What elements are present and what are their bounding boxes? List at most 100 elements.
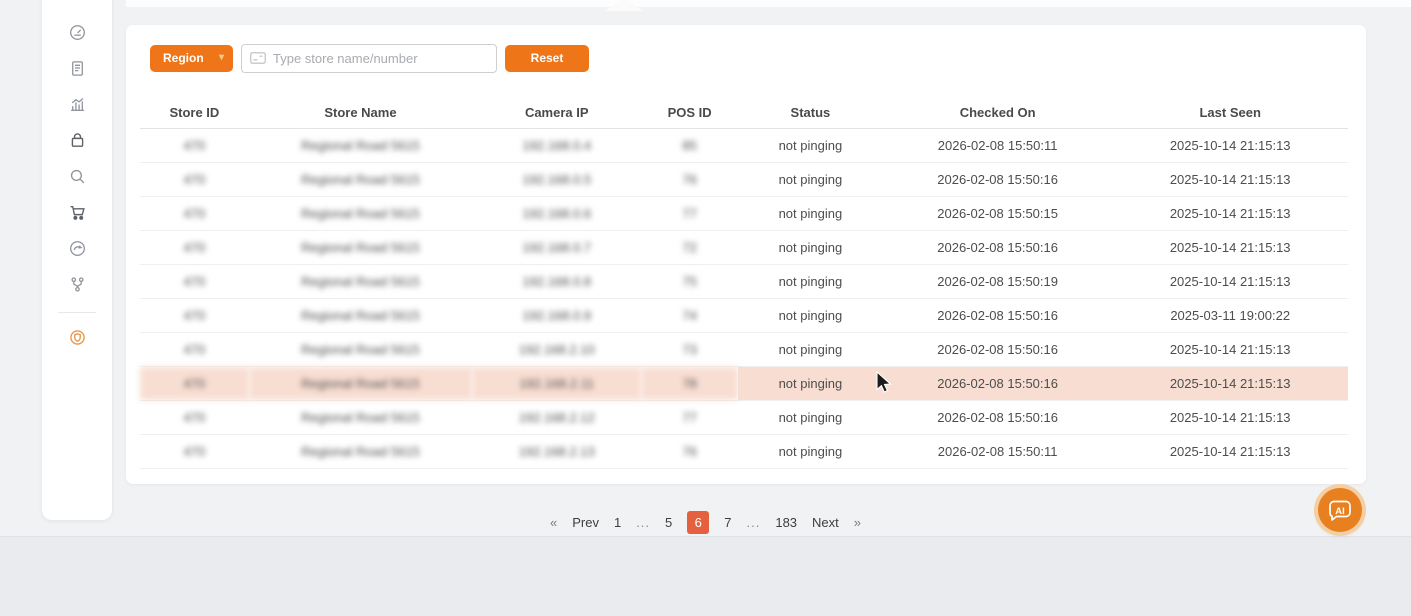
shop-icon[interactable] bbox=[59, 122, 95, 158]
last-seen-cell: 2025-10-14 21:15:13 bbox=[1112, 434, 1348, 468]
sidebar bbox=[42, 0, 112, 520]
camera-ip-cell: 192.168.2.10 bbox=[472, 332, 641, 366]
store-name-cell: Regional Road 5615 bbox=[249, 366, 472, 400]
checked-on-cell: 2026-02-08 15:50:19 bbox=[883, 264, 1113, 298]
camera-ip-cell: 192.168.0.7 bbox=[472, 230, 641, 264]
pos-id-cell: 77 bbox=[641, 196, 738, 230]
pos-id-cell: 76 bbox=[641, 162, 738, 196]
pos-id-cell: 74 bbox=[641, 298, 738, 332]
page-button-6-active[interactable]: 6 bbox=[687, 511, 709, 534]
pos-id-cell: 72 bbox=[641, 230, 738, 264]
cart-icon[interactable] bbox=[59, 194, 95, 230]
reset-button[interactable]: Reset bbox=[505, 45, 589, 72]
ellipsis-right: ... bbox=[747, 515, 761, 530]
camera-ip-cell: 192.168.0.6 bbox=[472, 196, 641, 230]
shield-icon[interactable] bbox=[59, 319, 95, 355]
pagination: « Prev 1 ... 5 6 7 ... 183 Next » bbox=[0, 508, 1411, 536]
camera-ip-cell: 192.168.2.13 bbox=[472, 434, 641, 468]
store-name-cell: Regional Road 5615 bbox=[249, 230, 472, 264]
store-name-cell: Regional Road 5615 bbox=[249, 264, 472, 298]
store-id-cell: 470 bbox=[140, 264, 249, 298]
workflow-icon[interactable] bbox=[59, 266, 95, 302]
document-icon[interactable] bbox=[59, 50, 95, 86]
table-header-row: Store ID Store Name Camera IP POS ID Sta… bbox=[140, 97, 1348, 128]
camera-ip-cell: 192.168.0.5 bbox=[472, 162, 641, 196]
last-seen-cell: 2025-10-14 21:15:13 bbox=[1112, 128, 1348, 162]
status-cell: not pinging bbox=[738, 162, 883, 196]
checked-on-cell: 2026-02-08 15:50:15 bbox=[883, 196, 1113, 230]
id-card-icon bbox=[250, 52, 266, 64]
table-row-highlighted[interactable]: 470 Regional Road 5615 192.168.2.11 78 n… bbox=[140, 366, 1348, 400]
fab-label: AI bbox=[1335, 506, 1345, 517]
table-row[interactable]: 470 Regional Road 5615 192.168.0.5 76 no… bbox=[140, 162, 1348, 196]
status-cell: not pinging bbox=[738, 400, 883, 434]
store-search-box[interactable] bbox=[241, 44, 497, 73]
region-dropdown-button[interactable]: Region ▾ bbox=[150, 45, 233, 72]
prev-arrow-icon[interactable]: « bbox=[550, 515, 557, 530]
speedometer-icon[interactable] bbox=[59, 230, 95, 266]
table-row[interactable]: 470 Regional Road 5615 192.168.0.9 74 no… bbox=[140, 298, 1348, 332]
last-seen-cell: 2025-10-14 21:15:13 bbox=[1112, 400, 1348, 434]
store-id-cell: 470 bbox=[140, 230, 249, 264]
popover-arrow bbox=[605, 0, 643, 11]
status-cell: not pinging bbox=[738, 264, 883, 298]
last-seen-cell: 2025-03-11 19:00:22 bbox=[1112, 298, 1348, 332]
table-row[interactable]: 470 Regional Road 5615 192.168.2.12 77 n… bbox=[140, 400, 1348, 434]
checked-on-cell: 2026-02-08 15:50:11 bbox=[883, 128, 1113, 162]
checked-on-cell: 2026-02-08 15:50:16 bbox=[883, 332, 1113, 366]
ai-chat-fab[interactable]: AI bbox=[1318, 488, 1362, 532]
status-cell: not pinging bbox=[738, 332, 883, 366]
checked-on-cell: 2026-02-08 15:50:16 bbox=[883, 366, 1113, 400]
page-button-183[interactable]: 183 bbox=[775, 515, 797, 530]
status-cell: not pinging bbox=[738, 196, 883, 230]
table-row[interactable]: 470 Regional Road 5615 192.168.2.13 76 n… bbox=[140, 434, 1348, 468]
checked-on-cell: 2026-02-08 15:50:16 bbox=[883, 400, 1113, 434]
column-header-checked-on: Checked On bbox=[883, 97, 1113, 128]
search-icon[interactable] bbox=[59, 158, 95, 194]
pos-id-cell: 77 bbox=[641, 400, 738, 434]
filter-bar: Region ▾ Reset bbox=[150, 43, 589, 73]
table-row[interactable]: 470 Regional Road 5615 192.168.0.4 85 no… bbox=[140, 128, 1348, 162]
store-id-cell: 470 bbox=[140, 400, 249, 434]
gauge-icon[interactable] bbox=[59, 14, 95, 50]
store-id-cell: 470 bbox=[140, 332, 249, 366]
stores-table: Store ID Store Name Camera IP POS ID Sta… bbox=[140, 97, 1348, 469]
last-seen-cell: 2025-10-14 21:15:13 bbox=[1112, 230, 1348, 264]
last-seen-cell: 2025-10-14 21:15:13 bbox=[1112, 264, 1348, 298]
store-search-input[interactable] bbox=[273, 51, 488, 66]
chat-bubble-icon: AI bbox=[1326, 496, 1354, 524]
store-name-cell: Regional Road 5615 bbox=[249, 162, 472, 196]
table-row[interactable]: 470 Regional Road 5615 192.168.2.10 73 n… bbox=[140, 332, 1348, 366]
analytics-icon[interactable] bbox=[59, 86, 95, 122]
top-edge-panel bbox=[126, 0, 1411, 7]
camera-ip-cell: 192.168.0.9 bbox=[472, 298, 641, 332]
page-button-5[interactable]: 5 bbox=[665, 515, 672, 530]
page-button-1[interactable]: 1 bbox=[614, 515, 621, 530]
table-row[interactable]: 470 Regional Road 5615 192.168.0.8 75 no… bbox=[140, 264, 1348, 298]
sidebar-divider bbox=[58, 312, 96, 313]
pos-id-cell: 85 bbox=[641, 128, 738, 162]
store-id-cell: 470 bbox=[140, 298, 249, 332]
last-seen-cell: 2025-10-14 21:15:13 bbox=[1112, 332, 1348, 366]
last-seen-cell: 2025-10-14 21:15:13 bbox=[1112, 162, 1348, 196]
pos-id-cell: 76 bbox=[641, 434, 738, 468]
pos-id-cell: 78 bbox=[641, 366, 738, 400]
column-header-status: Status bbox=[738, 97, 883, 128]
store-name-cell: Regional Road 5615 bbox=[249, 298, 472, 332]
table-row[interactable]: 470 Regional Road 5615 192.168.0.7 72 no… bbox=[140, 230, 1348, 264]
store-name-cell: Regional Road 5615 bbox=[249, 128, 472, 162]
region-dropdown-label: Region bbox=[163, 51, 204, 65]
checked-on-cell: 2026-02-08 15:50:16 bbox=[883, 230, 1113, 264]
pos-id-cell: 73 bbox=[641, 332, 738, 366]
page-button-7[interactable]: 7 bbox=[724, 515, 731, 530]
store-name-cell: Regional Road 5615 bbox=[249, 196, 472, 230]
next-button[interactable]: Next bbox=[812, 515, 839, 530]
table-row[interactable]: 470 Regional Road 5615 192.168.0.6 77 no… bbox=[140, 196, 1348, 230]
checked-on-cell: 2026-02-08 15:50:11 bbox=[883, 434, 1113, 468]
status-cell: not pinging bbox=[738, 230, 883, 264]
prev-button[interactable]: Prev bbox=[572, 515, 599, 530]
status-cell: not pinging bbox=[738, 128, 883, 162]
main-panel: Region ▾ Reset Store ID Store Name Camer… bbox=[126, 25, 1366, 484]
next-arrow-icon[interactable]: » bbox=[854, 515, 861, 530]
checked-on-cell: 2026-02-08 15:50:16 bbox=[883, 162, 1113, 196]
